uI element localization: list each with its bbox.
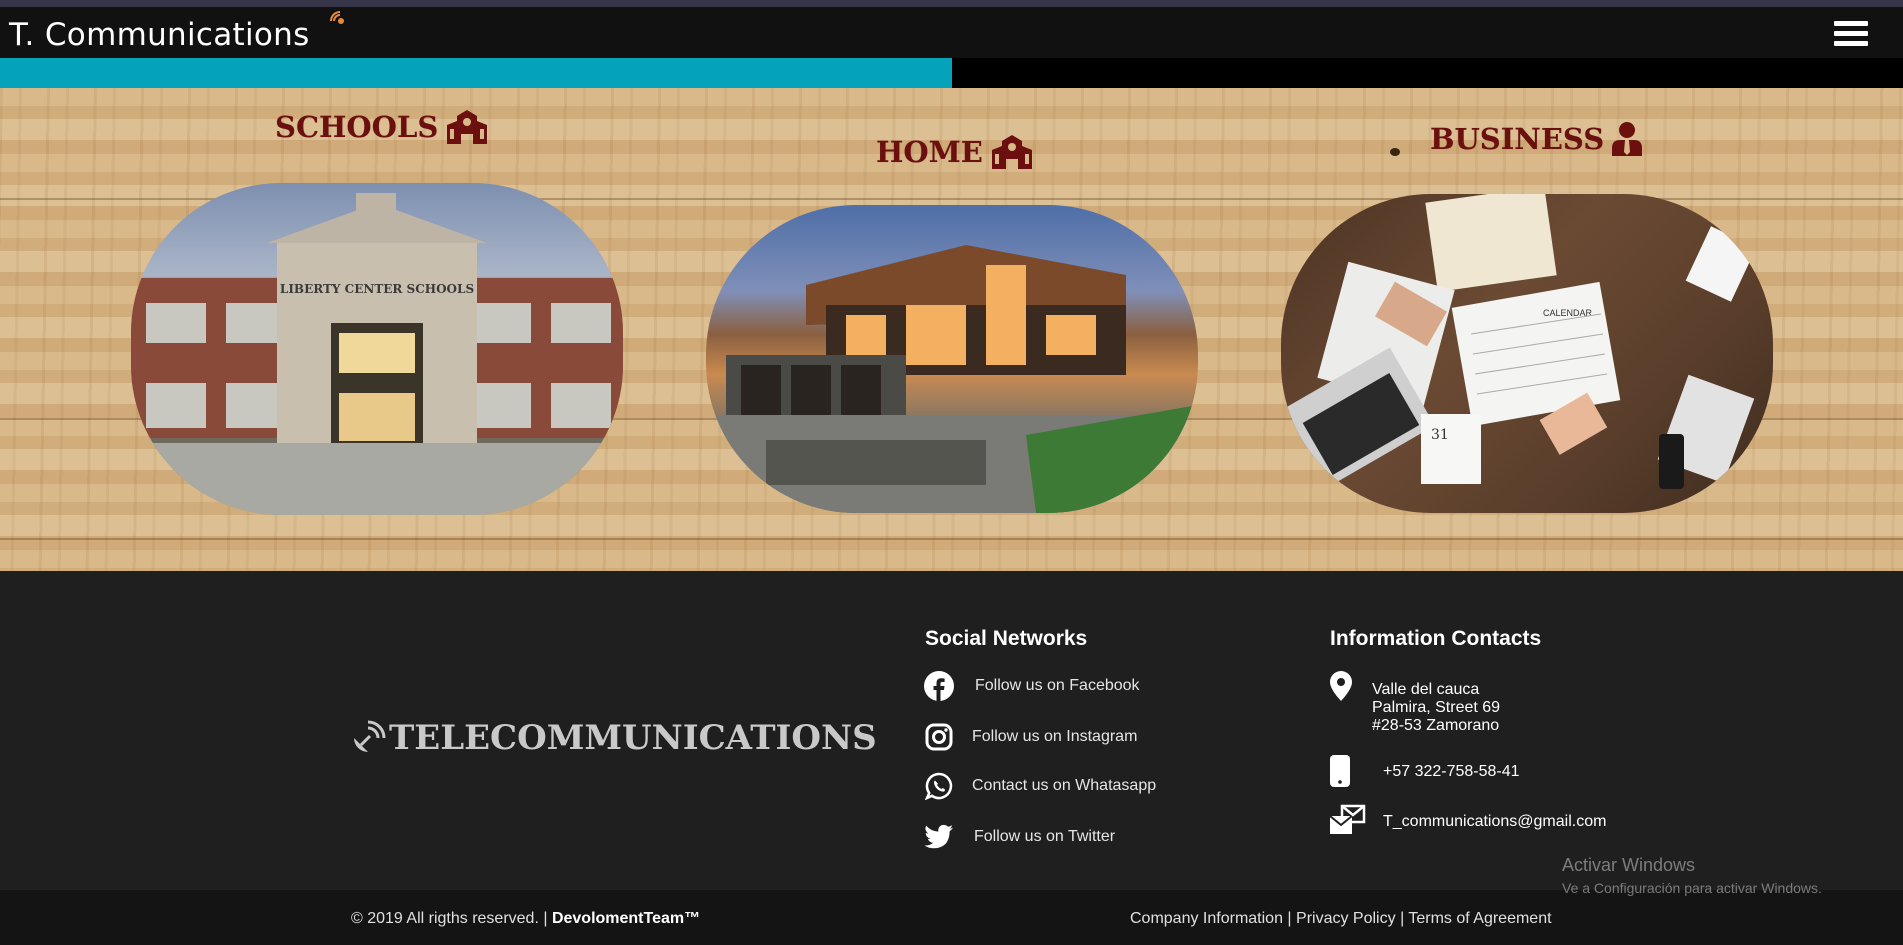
watermark-title: Activar Windows [1562, 855, 1696, 875]
user-tie-icon [1612, 122, 1643, 156]
social-facebook-label: Follow us on Facebook [975, 677, 1140, 694]
top-strip [0, 0, 1903, 7]
social-instagram[interactable]: Follow us on Instagram [924, 722, 1137, 752]
instagram-icon [924, 722, 954, 752]
whatsapp-icon [924, 771, 954, 801]
categories-section: SCHOOLS LIBERTY CENTER SCHOOLS HOME BUSI… [0, 88, 1903, 571]
brand-logo[interactable]: T. Communications [9, 17, 310, 53]
location-pin-icon [1330, 671, 1352, 706]
watermark-subtitle: Ve a Configuración para activar Windows. [1562, 880, 1822, 896]
satellite-dish-icon [330, 11, 344, 24]
contacts-heading: Information Contacts [1330, 627, 1542, 650]
copyright: © 2019 All rigths reserved. | Devoloment… [351, 910, 700, 928]
windows-activation-watermark: Activar Windows Ve a Configuración para … [1562, 855, 1822, 896]
social-instagram-label: Follow us on Instagram [972, 728, 1138, 745]
social-twitter-label: Follow us on Twitter [974, 828, 1116, 845]
contact-address: Valle del cauca Palmira, Street 69 #28-5… [1372, 681, 1500, 735]
hamburger-menu-icon[interactable] [1834, 21, 1868, 49]
facebook-icon [924, 671, 954, 701]
copyright-text: © 2019 All rigths reserved. | [351, 910, 548, 927]
modern-house-photo [706, 245, 1198, 513]
navbar: T. Communications [0, 7, 1903, 58]
address-line-2: Palmira, Street 69 [1372, 699, 1501, 716]
mobile-phone-icon [1330, 755, 1350, 792]
link-terms-of-agreement[interactable]: Terms of Agreement [1408, 910, 1551, 927]
category-title-label: HOME [876, 135, 983, 169]
link-privacy-policy[interactable]: Privacy Policy [1296, 910, 1396, 927]
social-whatsapp-label: Contact us on Whatasapp [972, 777, 1157, 794]
category-title-home[interactable]: HOME [876, 135, 1033, 169]
category-title-schools[interactable]: SCHOOLS [275, 110, 488, 144]
business-image[interactable]: CALENDAR 31 [1281, 194, 1773, 513]
email-icon [1329, 804, 1366, 841]
link-company-information[interactable]: Company Information [1130, 910, 1283, 927]
school-icon [447, 110, 488, 144]
contact-email[interactable]: T_communications@gmail.com [1383, 813, 1606, 831]
day-text: 31 [1431, 427, 1449, 443]
business-desk-photo: CALENDAR 31 [1281, 194, 1757, 491]
satellite-dish-icon [354, 720, 386, 752]
social-heading: Social Networks [925, 627, 1088, 650]
team-name: DevolomentTeam™ [551, 910, 701, 927]
link-separator: | [1287, 910, 1292, 927]
progress-fill [0, 58, 952, 88]
contact-phone-text: +57 322-758-58-41 [1383, 763, 1520, 780]
footer-links: Company Information | Privacy Policy | T… [1130, 910, 1552, 928]
school-building-photo: LIBERTY CENTER SCHOOLS [131, 193, 623, 515]
category-title-business[interactable]: BUSINESS [1430, 122, 1643, 156]
contact-phone[interactable]: +57 322-758-58-41 [1383, 763, 1520, 781]
bottom-bar: © 2019 All rigths reserved. | Devoloment… [0, 890, 1903, 945]
category-title-label: BUSINESS [1430, 122, 1605, 156]
home-image[interactable] [706, 205, 1198, 513]
twitter-icon [924, 822, 954, 852]
footer-logo: TELECOMMUNICATIONS [350, 718, 877, 758]
footer-logo-text: TELECOMMUNICATIONS [389, 718, 877, 758]
category-title-label: SCHOOLS [275, 110, 439, 144]
social-twitter[interactable]: Follow us on Twitter [924, 822, 1115, 852]
link-separator: | [1400, 910, 1405, 927]
school-icon [991, 135, 1032, 169]
social-facebook[interactable]: Follow us on Facebook [924, 671, 1140, 701]
contact-email-text: T_communications@gmail.com [1383, 813, 1607, 830]
social-whatsapp[interactable]: Contact us on Whatasapp [924, 771, 1156, 801]
footer: TELECOMMUNICATIONS Social Networks Follo… [0, 571, 1903, 890]
school-sign-text: LIBERTY CENTER SCHOOLS [280, 282, 474, 296]
address-line-1: Valle del cauca [1372, 681, 1480, 698]
schools-image[interactable]: LIBERTY CENTER SCHOOLS [131, 183, 623, 515]
address-line-3: #28-53 Zamorano [1372, 717, 1500, 734]
progress-bar [0, 58, 1903, 88]
